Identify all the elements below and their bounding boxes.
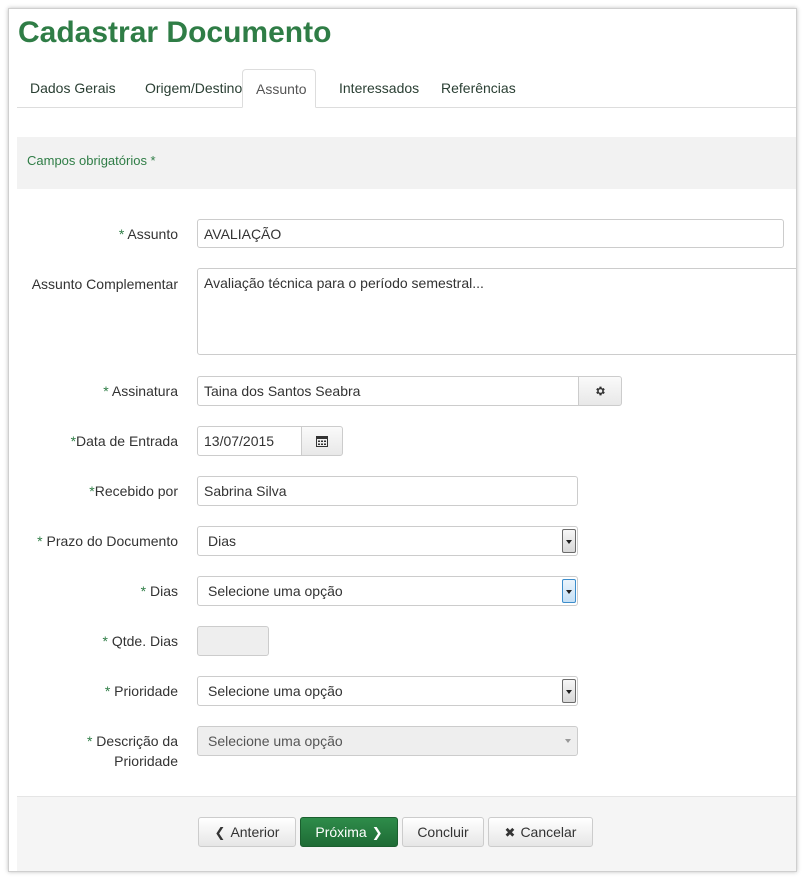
required-fields-notice: Campos obrigatórios * (17, 137, 796, 189)
chevron-down-icon (562, 729, 576, 753)
tab-interessados[interactable]: Interessados (326, 69, 432, 107)
proxima-button[interactable]: Próxima ❯ (300, 817, 398, 847)
prioridade-label: * Prioridade (104, 683, 178, 699)
concluir-button[interactable]: Concluir (402, 817, 484, 847)
anterior-button[interactable]: ❮ Anterior (198, 817, 296, 847)
descricao-prioridade-value: Selecione uma opção (208, 733, 343, 749)
dias-select[interactable]: Selecione uma opção (197, 576, 578, 606)
assinatura-settings-button[interactable] (578, 376, 622, 406)
cancelar-button[interactable]: ✖ Cancelar (488, 817, 593, 847)
prioridade-select[interactable]: Selecione uma opção (197, 676, 578, 706)
dias-value: Selecione uma opção (208, 583, 343, 599)
data-entrada-input[interactable]: 13/07/2015 (197, 426, 302, 456)
prazo-documento-select[interactable]: Dias (197, 526, 578, 556)
assinatura-label: * Assinatura (103, 383, 178, 399)
recebido-por-label: *Recebido por (89, 483, 178, 499)
chevron-down-icon (562, 679, 576, 703)
page-title: Cadastrar Documento (18, 16, 332, 49)
required-fields-text: Campos obrigatórios * (27, 153, 156, 168)
tab-dados-gerais[interactable]: Dados Gerais (17, 69, 129, 107)
tab-origem-destino[interactable]: Origem/Destino (132, 69, 255, 107)
chevron-down-icon (562, 529, 576, 553)
close-icon: ✖ (504, 824, 516, 840)
descricao-prioridade-select[interactable]: Selecione uma opção (197, 726, 578, 756)
assunto-input[interactable]: AVALIAÇÃO (197, 219, 784, 248)
tab-bar: Dados Gerais Origem/Destino Assunto Inte… (17, 69, 796, 108)
chevron-right-icon: ❯ (371, 824, 383, 840)
assunto-label: * Assunto (118, 226, 178, 242)
prazo-documento-value: Dias (208, 533, 237, 549)
tab-referencias[interactable]: Referências (428, 69, 529, 107)
assunto-complementar-label: Assunto Complementar (31, 276, 178, 292)
assinatura-input[interactable]: Taina dos Santos Seabra (197, 376, 579, 406)
data-entrada-calendar-button[interactable] (301, 426, 343, 456)
qtde-dias-label: * Qtde. Dias (102, 633, 178, 649)
form-footer: ❮ Anterior Próxima ❯ Concluir ✖ Cancelar (17, 796, 796, 871)
descricao-prioridade-label: * Descrição da Prioridade (86, 733, 178, 769)
prioridade-value: Selecione uma opção (208, 683, 343, 699)
form-window: Cadastrar Documento Dados Gerais Origem/… (8, 8, 797, 872)
calendar-icon (316, 436, 328, 447)
tab-assunto[interactable]: Assunto (242, 69, 316, 108)
gear-icon (596, 386, 605, 396)
qtde-dias-input[interactable] (197, 626, 269, 656)
recebido-por-input[interactable]: Sabrina Silva (197, 476, 578, 506)
data-entrada-label: *Data de Entrada (70, 433, 178, 449)
prazo-documento-label: * Prazo do Documento (37, 533, 178, 549)
assunto-complementar-textarea[interactable]: Avaliação técnica para o período semestr… (197, 268, 796, 355)
chevron-left-icon: ❮ (214, 824, 226, 840)
dias-label: * Dias (140, 583, 178, 599)
chevron-down-icon (562, 579, 576, 603)
